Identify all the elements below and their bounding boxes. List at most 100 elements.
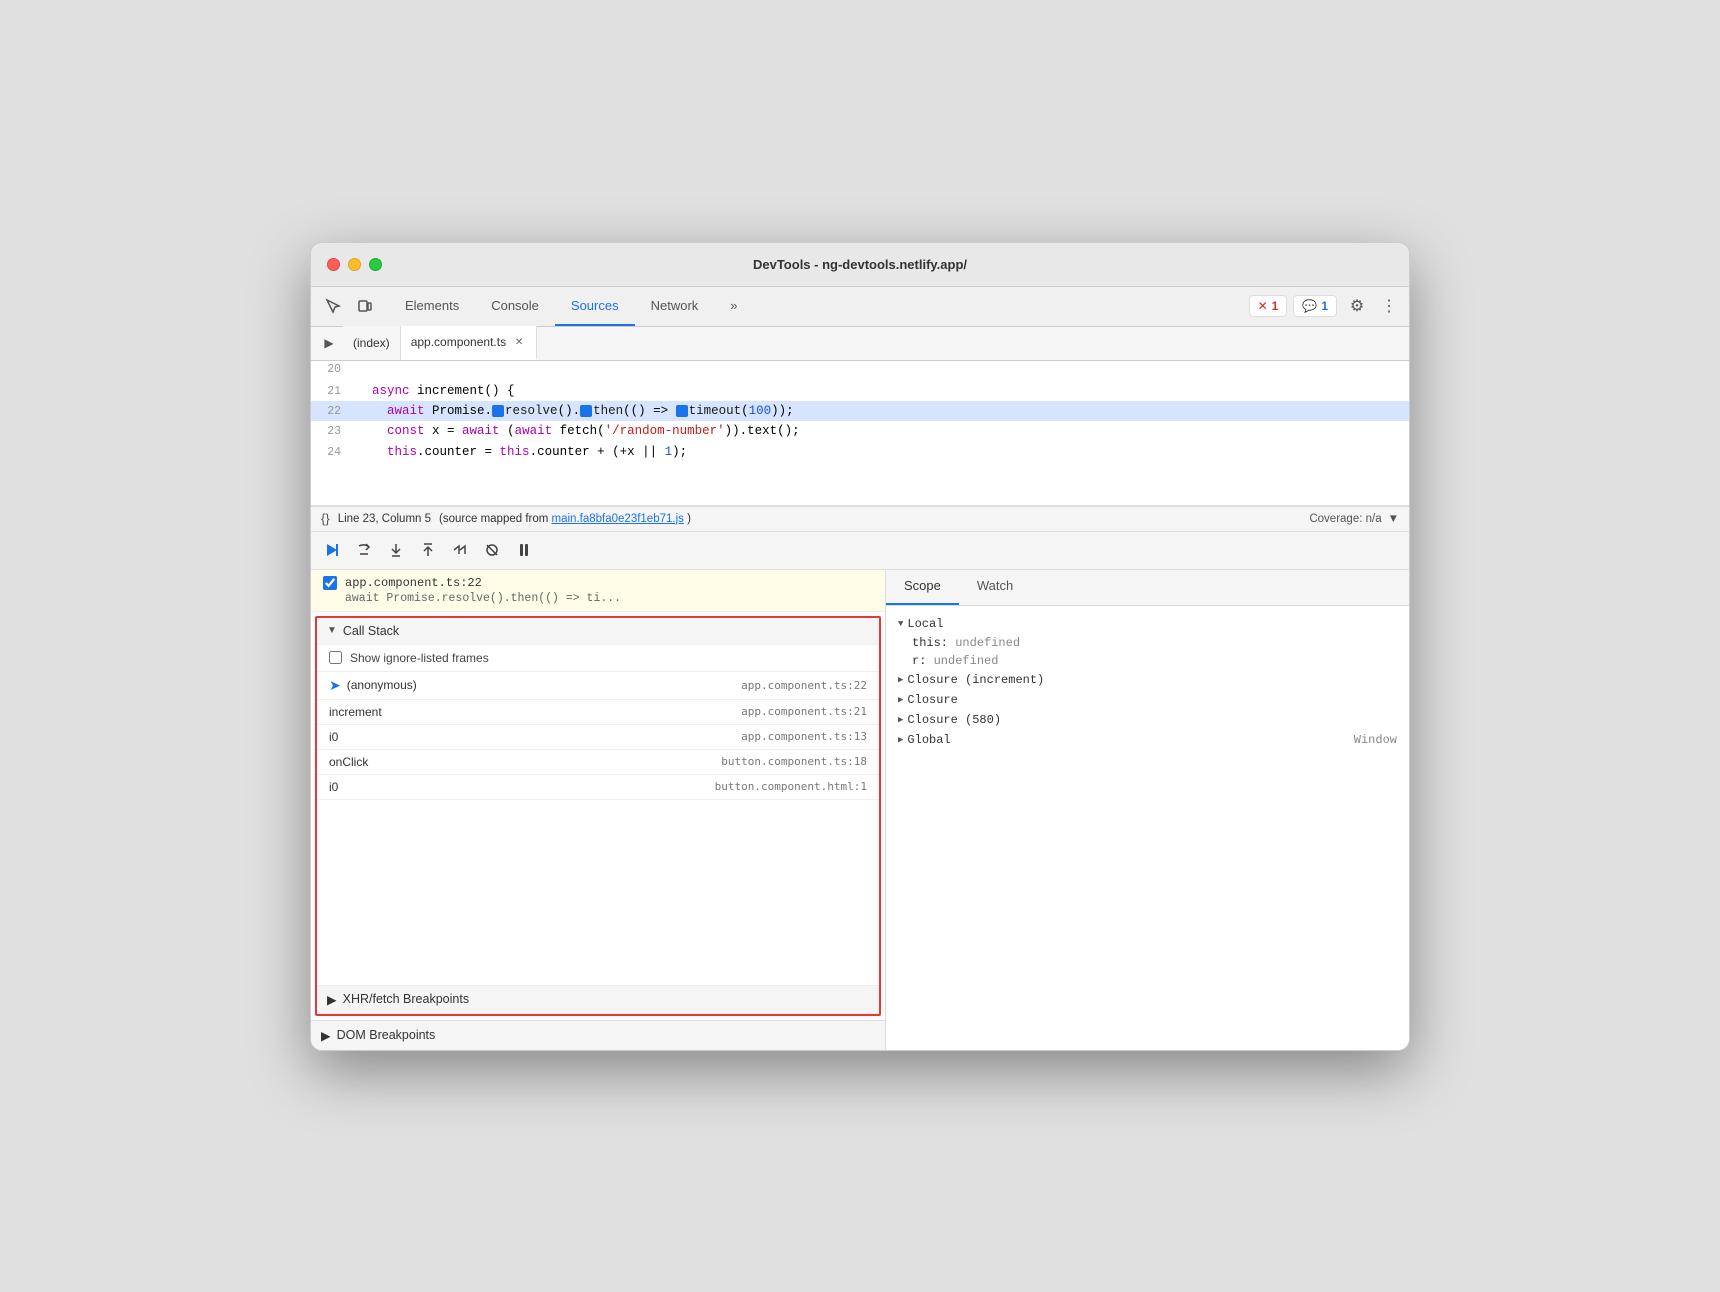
file-tabs: ▶ (index) app.component.ts ✕	[311, 327, 1409, 361]
pretty-print-button[interactable]: {}	[321, 511, 330, 526]
status-bar: {} Line 23, Column 5 (source mapped from…	[311, 506, 1409, 532]
code-content-22: await Promise.resolve().then(() => timeo…	[353, 401, 1409, 421]
devtools-body: 20 21 async increment() { 22 await Promi…	[311, 361, 1409, 1050]
source-file-link[interactable]: main.fa8bfa0e23f1eb71.js	[552, 513, 684, 525]
step-into-button[interactable]	[383, 537, 409, 563]
code-line-20: 20	[311, 361, 1409, 381]
closure-increment-chevron: ▶	[898, 675, 903, 685]
tab-more[interactable]: »	[714, 286, 753, 326]
breakpoint-code: await Promise.resolve().then(() => ti...	[323, 592, 873, 605]
code-line-23: 23 const x = await (await fetch('/random…	[311, 421, 1409, 441]
code-content-24: this.counter = this.counter + (+x || 1);	[353, 442, 1409, 462]
dom-section: ▶ DOM Breakpoints	[311, 1020, 885, 1050]
call-stack-item-2[interactable]: i0 app.component.ts:13	[317, 725, 879, 750]
file-tab-index-label: (index)	[353, 336, 390, 350]
settings-button[interactable]: ⚙	[1343, 292, 1371, 320]
close-button[interactable]	[327, 258, 340, 271]
tab-console[interactable]: Console	[475, 286, 555, 326]
line-number-24: 24	[311, 444, 353, 462]
debugger-controls	[311, 532, 1409, 570]
closure-580-chevron: ▶	[898, 715, 903, 725]
call-stack-name-3: onClick	[329, 755, 368, 769]
scope-closure-increment-header[interactable]: ▶ Closure (increment)	[886, 670, 1409, 690]
call-stack-title: Call Stack	[343, 624, 399, 638]
file-tab-app-component[interactable]: app.component.ts ✕	[401, 326, 537, 360]
source-mapped-label: (source mapped from main.fa8bfa0e23f1eb7…	[439, 513, 691, 525]
scope-tabs: Scope Watch	[886, 570, 1409, 606]
scope-closure-header[interactable]: ▶ Closure	[886, 690, 1409, 710]
global-chevron: ▶	[898, 735, 903, 745]
lower-section: app.component.ts:22 await Promise.resolv…	[311, 570, 1409, 1050]
call-stack-loc-2: app.component.ts:13	[741, 730, 867, 743]
tab-scope[interactable]: Scope	[886, 570, 959, 605]
sidebar-toggle-button[interactable]: ▶	[315, 329, 343, 357]
call-stack-item-4[interactable]: i0 button.component.html:1	[317, 775, 879, 800]
coverage-info: Coverage: n/a	[1309, 513, 1381, 525]
maximize-button[interactable]	[369, 258, 382, 271]
call-stack-name-4: i0	[329, 780, 338, 794]
toolbar-icons	[319, 292, 379, 320]
ignore-frames-checkbox[interactable]	[329, 651, 342, 664]
error-icon: ✕	[1258, 299, 1268, 313]
step-over-button[interactable]	[351, 537, 377, 563]
xhr-title: XHR/fetch Breakpoints	[343, 992, 469, 1006]
breakpoint-label: app.component.ts:22	[345, 576, 482, 590]
code-editor[interactable]: 20 21 async increment() { 22 await Promi…	[311, 361, 1409, 506]
info-badge-button[interactable]: 💬 1	[1293, 295, 1337, 317]
scope-closure-580-header[interactable]: ▶ Closure (580)	[886, 710, 1409, 730]
status-bar-right: Coverage: n/a ▼	[1309, 513, 1399, 525]
file-tab-index[interactable]: (index)	[343, 326, 401, 360]
closure-chevron: ▶	[898, 695, 903, 705]
current-frame-arrow: ➤	[329, 677, 341, 694]
inspect-element-button[interactable]	[319, 292, 347, 320]
code-line-24: 24 this.counter = this.counter + (+x || …	[311, 442, 1409, 462]
dom-header[interactable]: ▶ DOM Breakpoints	[311, 1021, 885, 1050]
dom-chevron: ▶	[321, 1028, 331, 1043]
step-out-button[interactable]	[415, 537, 441, 563]
call-stack-name-2: i0	[329, 730, 338, 744]
main-nav-tabs: Elements Console Sources Network »	[389, 286, 1247, 326]
breakpoint-header: app.component.ts:22	[323, 576, 873, 590]
breakpoint-checkbox[interactable]	[323, 576, 337, 590]
right-panel: Scope Watch ▼ Local this: undefined	[886, 570, 1409, 1050]
code-content-21: async increment() {	[353, 381, 1409, 401]
coverage-dropdown-icon[interactable]: ▼	[1388, 513, 1399, 525]
call-stack-item-3[interactable]: onClick button.component.ts:18	[317, 750, 879, 775]
scope-local-header[interactable]: ▼ Local	[886, 614, 1409, 634]
breakpoint-item: app.component.ts:22 await Promise.resolv…	[311, 570, 885, 612]
more-options-button[interactable]: ⋮	[1377, 296, 1401, 316]
error-count: 1	[1272, 299, 1279, 313]
xhr-header[interactable]: ▶ XHR/fetch Breakpoints	[317, 986, 879, 1014]
pause-on-exceptions-button[interactable]	[511, 537, 537, 563]
code-line-22: 22 await Promise.resolve().then(() => ti…	[311, 401, 1409, 421]
tab-network[interactable]: Network	[635, 286, 715, 326]
call-stack-loc-3: button.component.ts:18	[721, 755, 867, 768]
window-title: DevTools - ng-devtools.netlify.app/	[753, 257, 967, 272]
resume-button[interactable]	[319, 537, 345, 563]
call-stack-header[interactable]: ▼ Call Stack	[317, 618, 879, 645]
local-chevron: ▼	[898, 619, 903, 629]
tab-elements[interactable]: Elements	[389, 286, 475, 326]
call-stack-list: ➤ (anonymous) app.component.ts:22 increm…	[317, 672, 879, 985]
call-stack-item-0[interactable]: ➤ (anonymous) app.component.ts:22	[317, 672, 879, 700]
call-stack-section: ▼ Call Stack Show ignore-listed frames ➤…	[315, 616, 881, 1016]
tab-sources[interactable]: Sources	[555, 286, 635, 326]
scope-item-this: this: undefined	[886, 634, 1409, 652]
call-stack-name-1: increment	[329, 705, 382, 719]
file-tab-close-button[interactable]: ✕	[512, 335, 526, 349]
call-stack-loc-1: app.component.ts:21	[741, 705, 867, 718]
step-button[interactable]	[447, 537, 473, 563]
line-number-23: 23	[311, 423, 353, 441]
line-number-21: 21	[311, 383, 353, 401]
error-badge-button[interactable]: ✕ 1	[1249, 295, 1288, 317]
scope-global-header[interactable]: ▶ Global Window	[886, 730, 1409, 750]
code-content-23: const x = await (await fetch('/random-nu…	[353, 421, 1409, 441]
scope-content: ▼ Local this: undefined r: undefined ▶ C…	[886, 606, 1409, 1050]
traffic-lights	[327, 258, 382, 271]
minimize-button[interactable]	[348, 258, 361, 271]
deactivate-breakpoints-button[interactable]	[479, 537, 505, 563]
line-number-20: 20	[311, 361, 353, 379]
device-toolbar-button[interactable]	[351, 292, 379, 320]
tab-watch[interactable]: Watch	[959, 570, 1031, 605]
call-stack-item-1[interactable]: increment app.component.ts:21	[317, 700, 879, 725]
